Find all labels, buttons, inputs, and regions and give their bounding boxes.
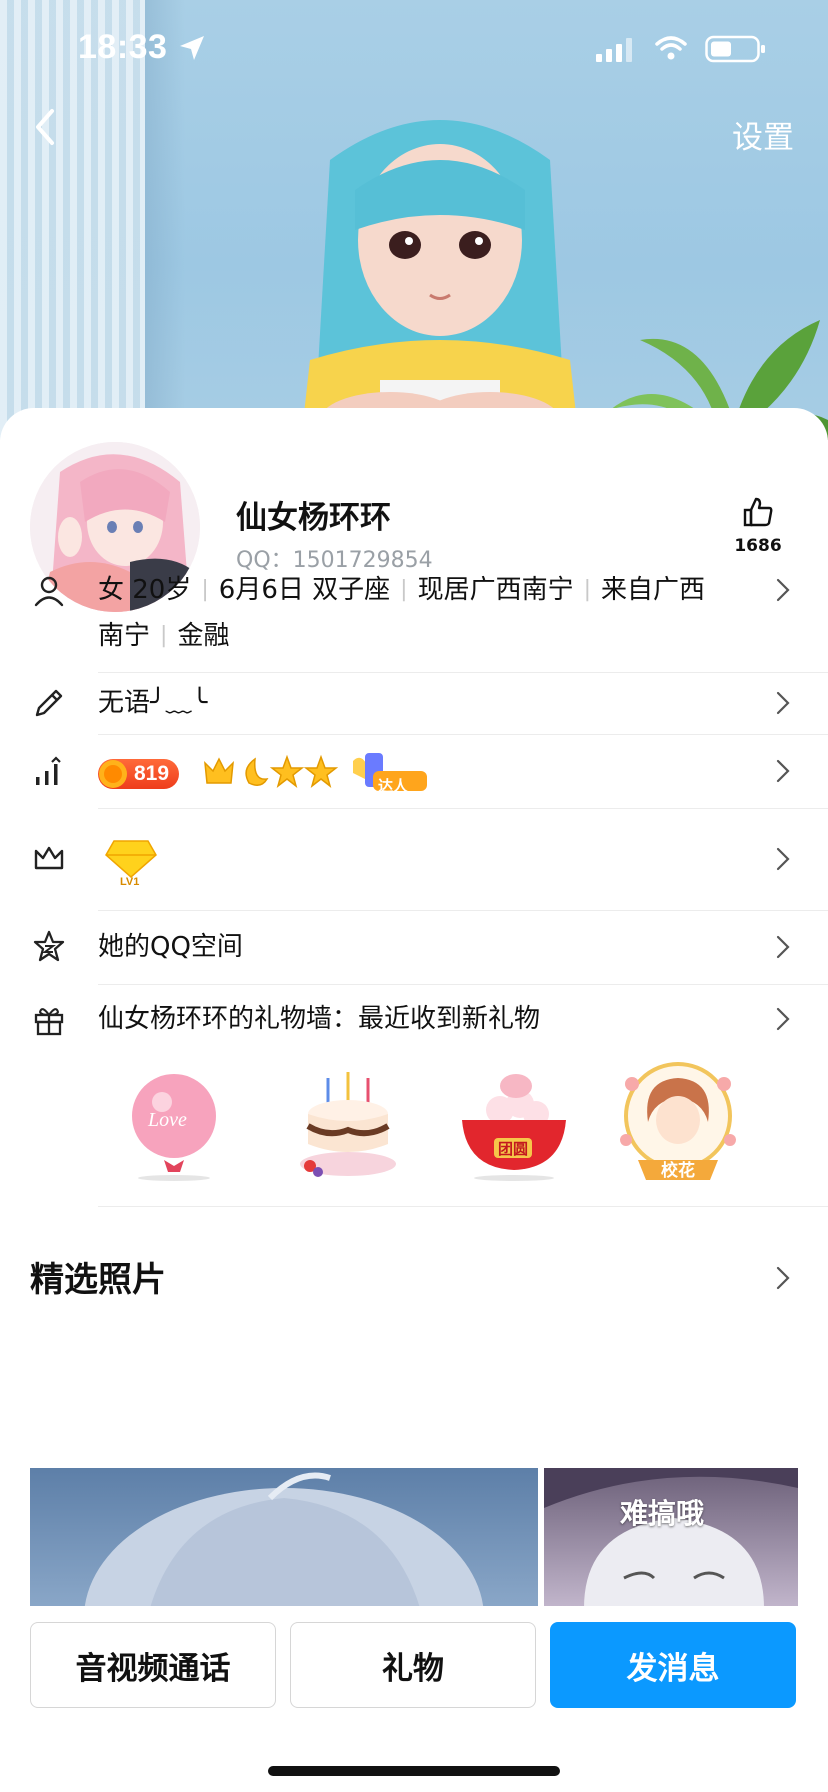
back-chevron-icon[interactable]	[30, 105, 64, 149]
thumbs-up-icon	[743, 497, 773, 527]
battery-icon	[705, 35, 765, 63]
svg-text:团圆: 团圆	[498, 1140, 528, 1158]
gift-wall-title: 仙女杨环环的礼物墙：最近收到新礼物	[98, 1004, 541, 1034]
basic-info-row[interactable]: 女 20岁 | 6月6日 双子座 | 现居广西南宁 | 来自广西 南宁 | 金融	[0, 564, 828, 664]
vip-level-label: LV1	[120, 876, 139, 887]
settings-button[interactable]: 设置	[732, 112, 794, 157]
status-bar: 18:33	[0, 0, 828, 100]
signature-text: 无语╯﹏╰	[98, 688, 208, 718]
featured-photos-header[interactable]: 精选照片	[0, 1248, 828, 1308]
signature-row[interactable]: 无语╯﹏╰	[0, 673, 828, 733]
gift-list: Love 团圆 校花	[0, 1056, 828, 1196]
level-icons-row	[204, 753, 427, 791]
chevron-right-icon	[776, 759, 790, 783]
level-row[interactable]: 819 达人	[0, 735, 828, 807]
like-count: 1686	[734, 536, 782, 556]
home-indicator[interactable]	[268, 1766, 560, 1776]
3d-avatar-image	[301, 120, 579, 440]
gift-birthday-cake[interactable]	[288, 1064, 408, 1184]
qzone-label: 她的QQ空间	[98, 932, 243, 962]
location-arrow-icon	[180, 36, 204, 60]
vip-row[interactable]: LV1	[0, 809, 828, 909]
featured-photos-grid: 难搞哦	[30, 1468, 798, 1608]
chevron-right-icon	[776, 691, 790, 715]
star-level-icon	[269, 754, 305, 788]
gift-icon	[34, 1008, 64, 1036]
like-button[interactable]: 1686	[728, 496, 788, 556]
cellular-signal-icon	[596, 38, 632, 62]
video-call-button[interactable]: 音视频通话	[30, 1622, 276, 1708]
qzone-star-icon	[33, 930, 65, 962]
featured-photos-title: 精选照片	[30, 1260, 166, 1300]
talent-label: 达人	[378, 777, 409, 795]
info-hometown-city: 南宁	[98, 621, 151, 651]
chevron-right-icon	[776, 935, 790, 959]
svg-text:Love: Love	[147, 1109, 187, 1131]
featured-photo[interactable]	[30, 1468, 538, 1608]
nickname: 仙女杨环环	[236, 500, 391, 536]
qzone-row[interactable]: 她的QQ空间	[0, 911, 828, 983]
chevron-right-icon	[776, 1007, 790, 1031]
crown-level-icon	[204, 757, 234, 784]
info-gender-age: 女 20岁	[98, 575, 192, 605]
profile-cover: 18:33 设置	[0, 0, 828, 440]
info-birthday: 6月6日 双子座	[218, 575, 391, 605]
info-current-city: 现居广西南宁	[417, 575, 574, 605]
photo-caption: 难搞哦	[620, 1497, 705, 1530]
gift-wall-row[interactable]: 仙女杨环环的礼物墙：最近收到新礼物	[0, 985, 828, 1055]
status-time: 18:33	[78, 28, 168, 66]
gift-love-balloon[interactable]: Love	[114, 1064, 234, 1184]
sun-coin-icon	[99, 760, 127, 788]
send-message-button[interactable]: 发消息	[550, 1622, 796, 1708]
chevron-right-icon	[776, 1266, 790, 1290]
gift-button[interactable]: 礼物	[290, 1622, 536, 1708]
wifi-icon	[655, 36, 687, 60]
moon-level-icon	[245, 757, 269, 786]
pencil-icon	[35, 689, 63, 717]
level-value: 819	[134, 762, 170, 785]
profile-card: 仙女杨环环 QQ：1501729854 1686 女 20岁 | 6月6日 双子座 |…	[0, 408, 828, 1792]
chevron-right-icon	[776, 578, 790, 602]
crown-icon	[34, 846, 64, 870]
svg-text:校花: 校花	[661, 1160, 695, 1181]
person-icon	[34, 576, 64, 607]
divider	[98, 1206, 828, 1207]
bottom-action-bar: 音视频通话 礼物 发消息	[0, 1606, 828, 1792]
gift-tuanyuan-bowl[interactable]: 团圆	[454, 1064, 574, 1184]
diamond-vip-icon: LV1	[105, 840, 157, 887]
star-level-icon	[303, 754, 339, 788]
featured-photo[interactable]: 难搞哦	[544, 1468, 798, 1608]
gift-campus-belle[interactable]: 校花	[612, 1060, 744, 1188]
level-chart-icon	[36, 756, 61, 785]
level-badge: 819	[98, 759, 180, 789]
info-profession: 金融	[177, 621, 230, 651]
chevron-right-icon	[776, 847, 790, 871]
info-hometown: 来自广西	[601, 575, 706, 605]
